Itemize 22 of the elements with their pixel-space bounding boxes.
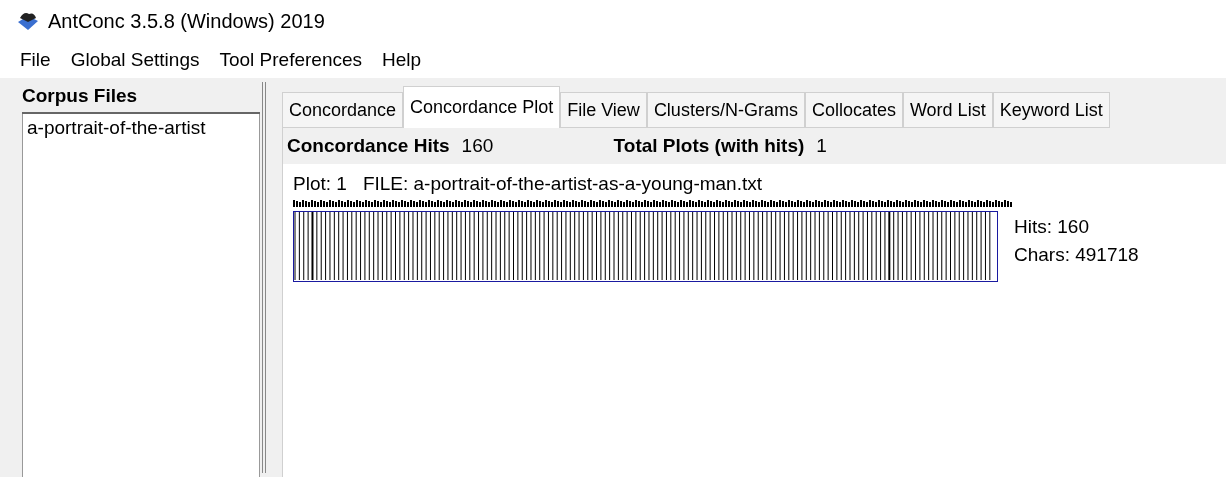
tab[interactable]: Concordance xyxy=(282,92,404,128)
menu-item[interactable]: File xyxy=(20,45,51,75)
concordance-hits-value: 160 xyxy=(461,133,495,158)
total-plots-value: 1 xyxy=(816,133,827,158)
total-plots-label: Total Plots (with hits) xyxy=(613,133,805,158)
tab[interactable]: Clusters/N-Grams xyxy=(646,92,805,128)
tab[interactable]: Collocates xyxy=(804,92,903,128)
file-name: FILE: a-portrait-of-the-artist-as-a-young-man.txt xyxy=(362,172,762,196)
hits-count: Hits: 160 xyxy=(1014,214,1090,239)
corpus-file-item[interactable]: a-portrait-of-the-artist xyxy=(23,113,259,142)
concordance-hits-label: Concordance Hits xyxy=(287,133,450,158)
chars-count: Chars: 491718 xyxy=(1014,243,1139,267)
tab[interactable]: File View xyxy=(560,92,647,128)
window-title: AntConc 3.5.8 (Windows) 2019 xyxy=(48,9,325,34)
menu-item[interactable]: Tool Preferences xyxy=(219,45,363,75)
app-logo-icon xyxy=(16,10,40,32)
tab[interactable]: Concordance Plot xyxy=(403,86,561,128)
menu-item[interactable]: Help xyxy=(382,45,422,75)
menu-item[interactable]: Global Settings xyxy=(70,45,200,75)
tab[interactable]: Keyword List xyxy=(992,92,1110,128)
tab[interactable]: Word List xyxy=(902,92,993,128)
plot-number: Plot: 1 xyxy=(293,172,347,196)
